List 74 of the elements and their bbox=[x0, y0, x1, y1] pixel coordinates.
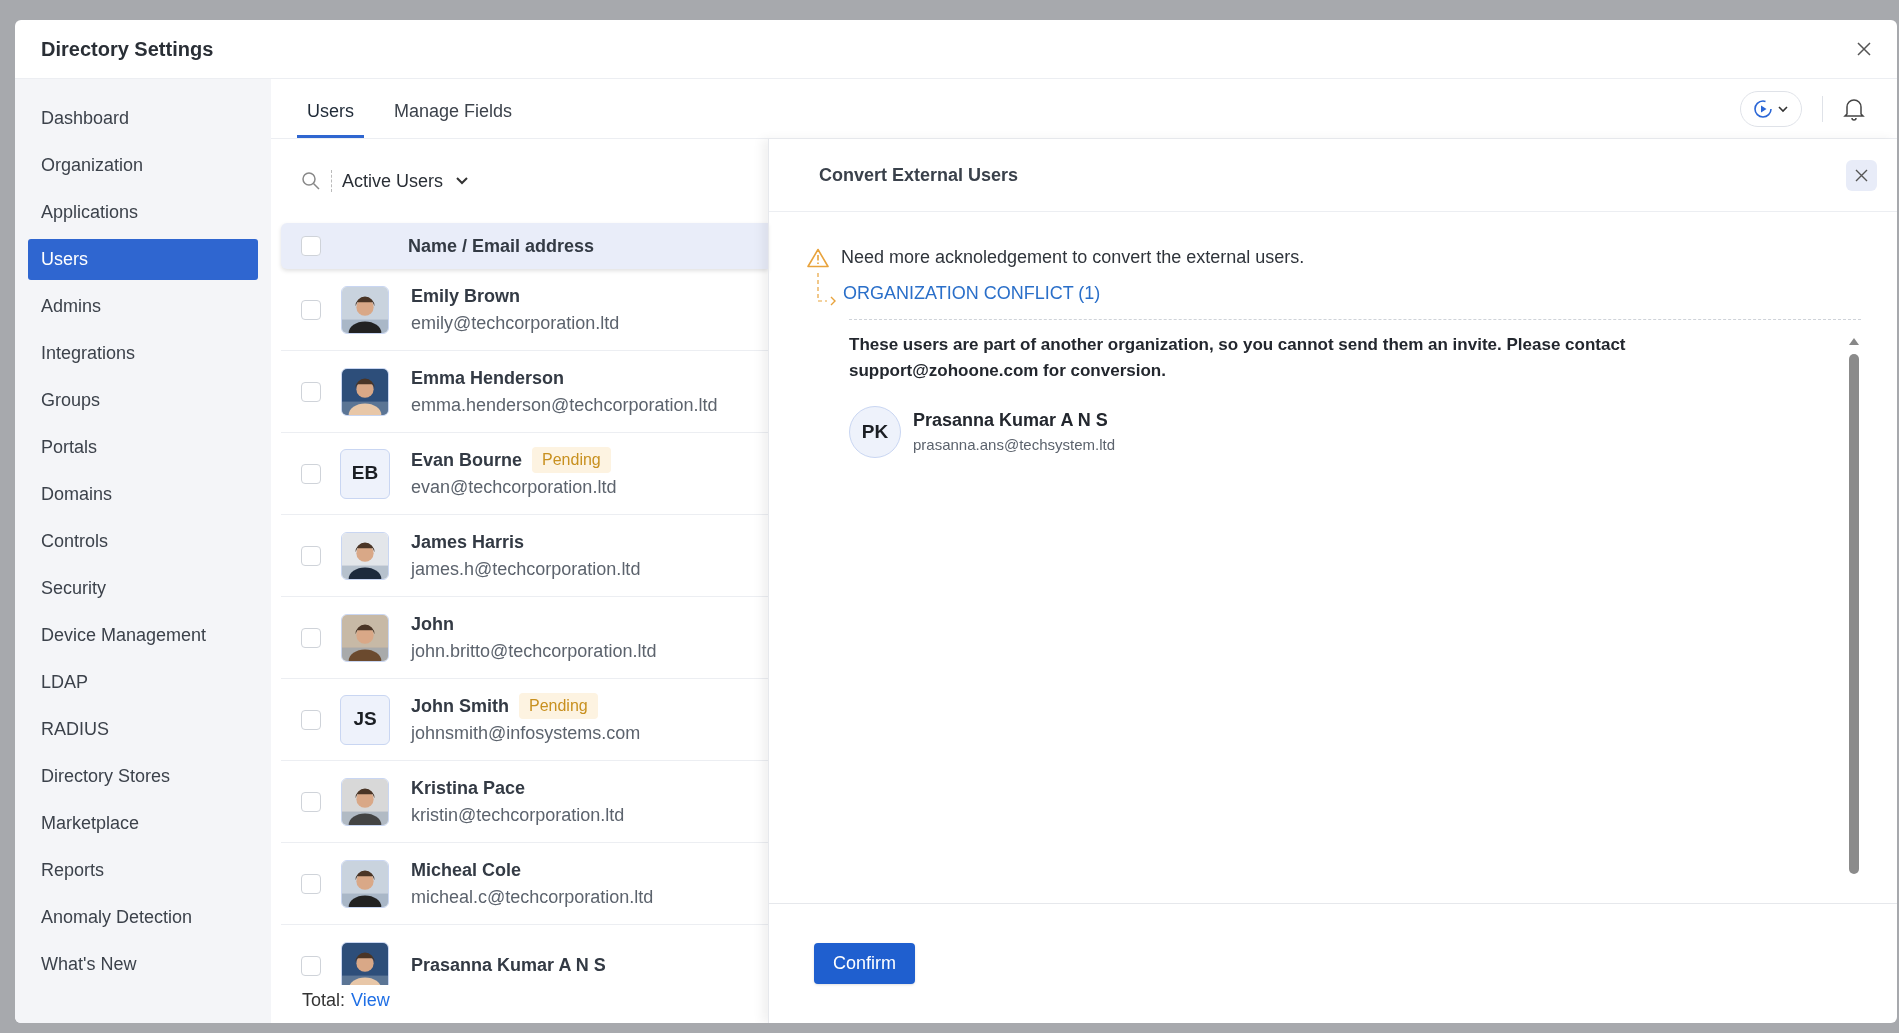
checkbox[interactable] bbox=[301, 709, 321, 730]
avatar: JS bbox=[340, 694, 390, 745]
close-icon bbox=[1855, 168, 1868, 182]
checkbox[interactable] bbox=[301, 873, 321, 894]
view-link[interactable]: View bbox=[351, 987, 390, 1014]
column-header: Name / Email address bbox=[408, 234, 595, 258]
bell-icon[interactable] bbox=[1843, 96, 1865, 121]
checkbox[interactable] bbox=[301, 955, 321, 976]
chevron-down-icon bbox=[455, 176, 470, 186]
sidebar-item[interactable]: Controls bbox=[28, 521, 258, 562]
user-name: James Harris bbox=[411, 530, 525, 554]
checkbox[interactable] bbox=[301, 545, 321, 566]
checkbox[interactable] bbox=[301, 381, 321, 402]
sidebar-item[interactable]: Directory Stores bbox=[28, 756, 258, 797]
sidebar-item[interactable]: Users bbox=[28, 239, 258, 280]
sidebar-item[interactable]: Groups bbox=[28, 380, 258, 421]
user-name: John Smith bbox=[411, 694, 509, 718]
connector-arrow-icon bbox=[817, 273, 837, 307]
total-label: Total: bbox=[302, 989, 346, 1012]
close-icon[interactable] bbox=[1857, 42, 1871, 56]
user-email: james.h@techcorporation.ltd bbox=[411, 557, 641, 581]
play-circle-icon bbox=[1753, 98, 1773, 119]
search-icon[interactable] bbox=[301, 171, 321, 191]
sidebar-item[interactable]: Admins bbox=[28, 286, 258, 327]
confirm-button[interactable]: Confirm bbox=[814, 943, 915, 984]
sidebar-item[interactable]: Portals bbox=[28, 427, 258, 468]
user-name: Micheal Cole bbox=[411, 858, 522, 882]
sidebar-item[interactable]: Organization bbox=[28, 145, 258, 186]
sidebar-item[interactable]: LDAP bbox=[28, 662, 258, 703]
close-button[interactable] bbox=[1846, 159, 1877, 191]
user-name: Evan Bourne bbox=[411, 448, 523, 472]
sidebar-item[interactable]: What's New bbox=[28, 944, 258, 985]
user-name: Emma Henderson bbox=[411, 366, 565, 390]
sidebar-item[interactable]: RADIUS bbox=[28, 709, 258, 750]
filter-dropdown[interactable]: Active Users bbox=[342, 167, 470, 195]
dialog-title: Directory Settings bbox=[41, 37, 214, 62]
user-email: prasanna.ans@techsystem.ltd bbox=[913, 435, 1115, 456]
sidebar-item[interactable]: Domains bbox=[28, 474, 258, 515]
user-email: john.britto@techcorporation.ltd bbox=[411, 639, 657, 663]
warning-icon bbox=[807, 247, 829, 268]
conflict-heading[interactable]: ORGANIZATION CONFLICT (1) bbox=[843, 280, 1101, 307]
tab[interactable]: Manage Fields bbox=[394, 98, 513, 138]
user-name: Emily Brown bbox=[411, 284, 521, 308]
user-name: Prasanna Kumar A N S bbox=[411, 954, 606, 977]
sidebar-item[interactable]: Security bbox=[28, 568, 258, 609]
checkbox[interactable] bbox=[301, 236, 321, 256]
checkbox[interactable] bbox=[301, 791, 321, 812]
user-email: evan@techcorporation.ltd bbox=[411, 475, 617, 499]
user-name: Prasanna Kumar A N S bbox=[913, 409, 1109, 433]
sidebar-item[interactable]: Anomaly Detection bbox=[28, 897, 258, 938]
status-badge: Pending bbox=[532, 447, 611, 473]
sidebar-item[interactable]: Reports bbox=[28, 850, 258, 891]
conflict-message: These users are part of another organization, so you cannot send them an invite. Please contact support@zohoone.com for conversion. bbox=[849, 334, 1627, 382]
sidebar-item[interactable]: Marketplace bbox=[28, 803, 258, 844]
warning-message: Need more acknoledgement to convert the external users. bbox=[841, 246, 1305, 269]
avatar: PK bbox=[849, 406, 901, 458]
user-name: John bbox=[411, 612, 454, 636]
user-email: johnsmith@infosystems.com bbox=[411, 721, 641, 745]
sidebar-item[interactable]: Applications bbox=[28, 192, 258, 233]
status-badge: Pending bbox=[519, 693, 598, 719]
user-name: Kristina Pace bbox=[411, 776, 526, 800]
user-email: kristin@techcorporation.ltd bbox=[411, 803, 625, 827]
sidebar-item[interactable]: Dashboard bbox=[28, 98, 258, 139]
tab[interactable]: Users bbox=[297, 98, 364, 138]
user-email: emily@techcorporation.ltd bbox=[411, 311, 620, 335]
checkbox[interactable] bbox=[301, 299, 321, 320]
user-email: emma.henderson@techcorporation.ltd bbox=[411, 393, 718, 417]
sidebar-item[interactable]: Device Management bbox=[28, 615, 258, 656]
sidebar-item[interactable]: Integrations bbox=[28, 333, 258, 374]
avatar: EB bbox=[340, 448, 390, 499]
panel-title: Convert External Users bbox=[819, 163, 1019, 187]
user-email: micheal.c@techcorporation.ltd bbox=[411, 885, 654, 909]
checkbox[interactable] bbox=[301, 463, 321, 484]
checkbox[interactable] bbox=[301, 627, 321, 648]
